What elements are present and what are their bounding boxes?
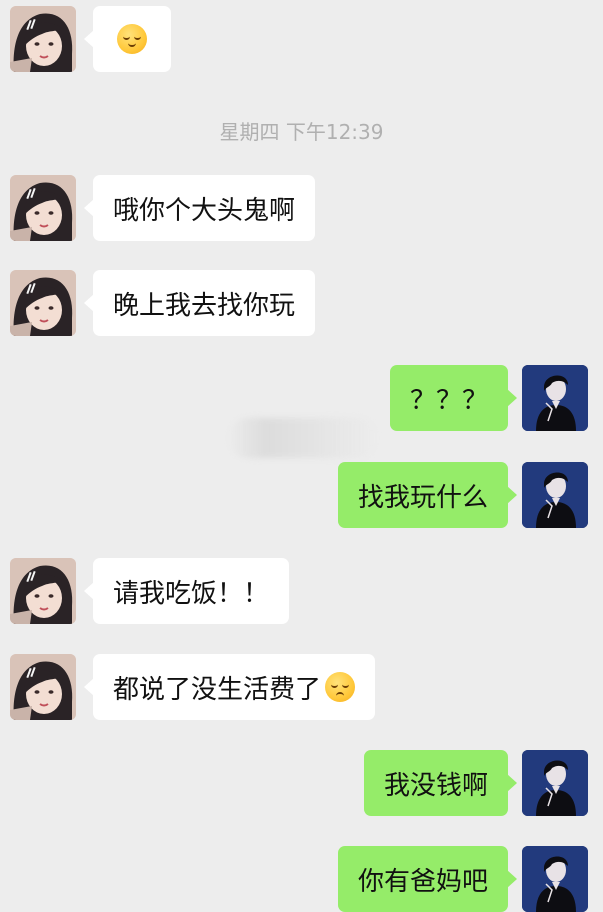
my-avatar[interactable]: [522, 462, 588, 528]
message-bubble[interactable]: ？？？: [389, 365, 518, 431]
message-text: 哦你个大头鬼啊: [113, 195, 296, 226]
pensive-face-icon: [325, 672, 356, 702]
message-text: 请我吃饭！！: [113, 578, 270, 609]
message-text: 我没钱啊: [383, 770, 488, 801]
message-text: 你有爸妈吧: [357, 866, 488, 897]
message-bubble[interactable]: 找我玩什么: [337, 462, 518, 528]
message-bubble[interactable]: 请我吃饭！！: [83, 558, 290, 624]
contact-avatar[interactable]: [10, 6, 76, 72]
message-text: 找我玩什么: [357, 482, 488, 513]
contact-avatar[interactable]: [10, 175, 76, 241]
message-bubble[interactable]: 都说了没生活费了: [83, 654, 376, 720]
blurred-redaction: [228, 418, 378, 458]
message-text: 都说了没生活费了: [113, 674, 322, 705]
contact-avatar[interactable]: [10, 270, 76, 336]
message-bubble[interactable]: [84, 6, 171, 72]
message-bubble[interactable]: 晚上我去找你玩: [83, 270, 316, 336]
my-avatar[interactable]: [522, 365, 588, 431]
message-text: ？？？: [409, 385, 488, 416]
my-avatar[interactable]: [522, 750, 588, 816]
message-bubble[interactable]: 哦你个大头鬼啊: [83, 175, 316, 241]
message-bubble[interactable]: 你有爸妈吧: [337, 846, 518, 912]
my-avatar[interactable]: [522, 846, 588, 912]
contact-avatar[interactable]: [10, 558, 76, 624]
relieved-face-icon: [117, 24, 147, 54]
message-bubble[interactable]: 我没钱啊: [363, 750, 518, 816]
message-timestamp: 星期四 下午12:39: [219, 120, 384, 144]
contact-avatar[interactable]: [10, 654, 76, 720]
message-text: 晚上我去找你玩: [113, 290, 296, 321]
chat-area[interactable]: 星期四 下午12:39 哦你个大头鬼啊 晚上我去找你玩 ？？？ 找我玩什么 请我…: [0, 0, 603, 912]
